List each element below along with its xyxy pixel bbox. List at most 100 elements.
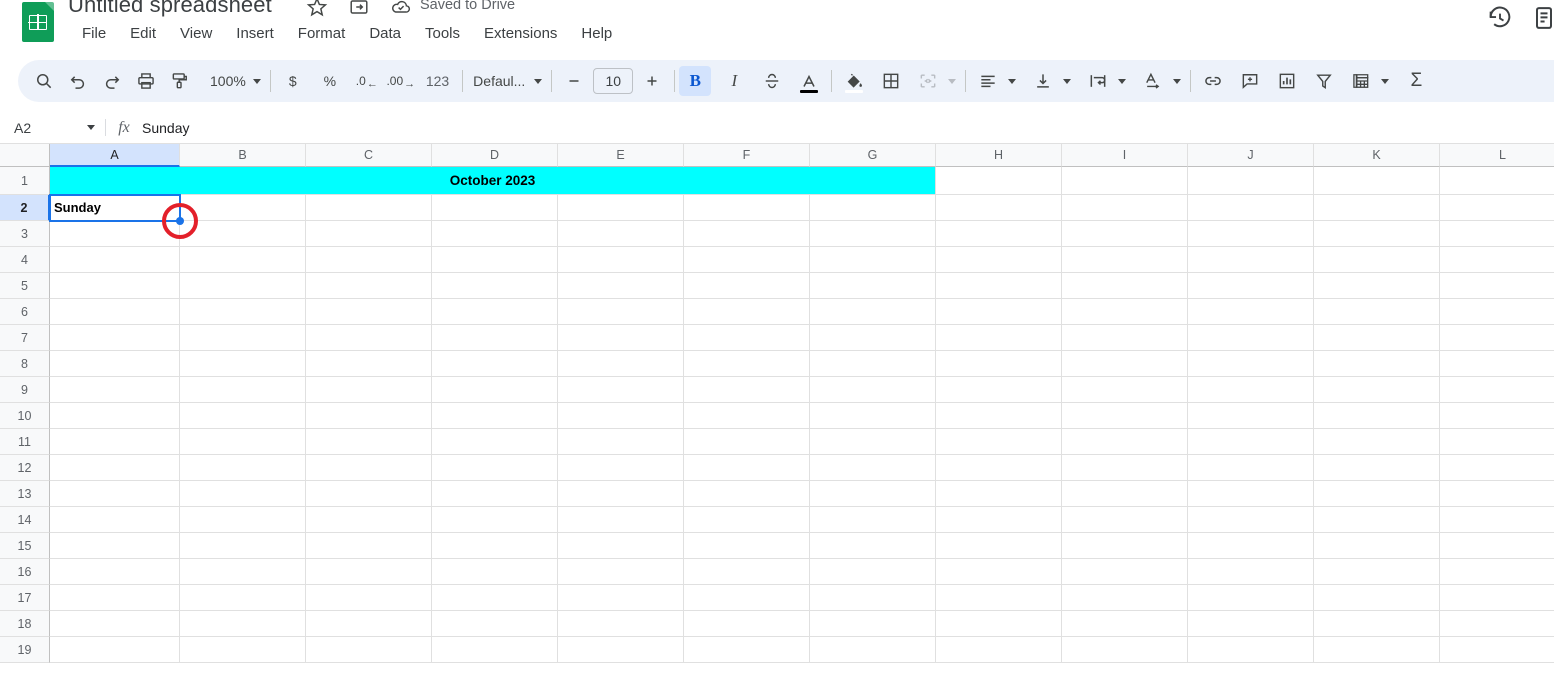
cell-K16[interactable]	[1314, 559, 1440, 585]
cell-I12[interactable]	[1062, 455, 1188, 481]
cell-F17[interactable]	[684, 585, 810, 611]
cell-H19[interactable]	[936, 637, 1062, 663]
cell-J19[interactable]	[1188, 637, 1314, 663]
cell-C5[interactable]	[306, 273, 432, 299]
cell-A6[interactable]	[50, 299, 180, 325]
row-header-14[interactable]: 14	[0, 507, 50, 533]
menu-format[interactable]: Format	[286, 23, 358, 44]
cell-H6[interactable]	[936, 299, 1062, 325]
cell-I19[interactable]	[1062, 637, 1188, 663]
cell-B7[interactable]	[180, 325, 306, 351]
cell-L18[interactable]	[1440, 611, 1554, 637]
insert-comment-icon[interactable]	[1235, 66, 1265, 96]
cell-A14[interactable]	[50, 507, 180, 533]
paint-format-icon[interactable]	[165, 66, 195, 96]
select-all-corner[interactable]	[0, 144, 50, 167]
cell-B2[interactable]	[180, 195, 306, 221]
column-header-g[interactable]: G	[810, 144, 936, 167]
row-header-18[interactable]: 18	[0, 611, 50, 637]
column-header-d[interactable]: D	[432, 144, 558, 167]
cell-A9[interactable]	[50, 377, 180, 403]
cell-F3[interactable]	[684, 221, 810, 247]
cell-B6[interactable]	[180, 299, 306, 325]
cell-C15[interactable]	[306, 533, 432, 559]
cell-K10[interactable]	[1314, 403, 1440, 429]
cell-G5[interactable]	[810, 273, 936, 299]
cell-J14[interactable]	[1188, 507, 1314, 533]
cell-E9[interactable]	[558, 377, 684, 403]
cell-H12[interactable]	[936, 455, 1062, 481]
cell-K8[interactable]	[1314, 351, 1440, 377]
cell-C11[interactable]	[306, 429, 432, 455]
cell-K18[interactable]	[1314, 611, 1440, 637]
cell-I1[interactable]	[1062, 167, 1188, 195]
cell-L4[interactable]	[1440, 247, 1554, 273]
cell-E13[interactable]	[558, 481, 684, 507]
decrease-decimal-button[interactable]: .0 ←	[352, 66, 382, 96]
row-header-4[interactable]: 4	[0, 247, 50, 273]
cell-E16[interactable]	[558, 559, 684, 585]
cell-H4[interactable]	[936, 247, 1062, 273]
cell-I14[interactable]	[1062, 507, 1188, 533]
cell-E10[interactable]	[558, 403, 684, 429]
create-filter-icon[interactable]	[1309, 66, 1339, 96]
cell-L14[interactable]	[1440, 507, 1554, 533]
cell-H11[interactable]	[936, 429, 1062, 455]
cell-L16[interactable]	[1440, 559, 1554, 585]
cell-K14[interactable]	[1314, 507, 1440, 533]
cell-A5[interactable]	[50, 273, 180, 299]
cell-L5[interactable]	[1440, 273, 1554, 299]
cell-J6[interactable]	[1188, 299, 1314, 325]
cell-J15[interactable]	[1188, 533, 1314, 559]
cell-G3[interactable]	[810, 221, 936, 247]
cell-J7[interactable]	[1188, 325, 1314, 351]
cell-H5[interactable]	[936, 273, 1062, 299]
text-color-button[interactable]	[794, 66, 824, 96]
menu-insert[interactable]: Insert	[224, 23, 286, 44]
row-header-19[interactable]: 19	[0, 637, 50, 663]
cell-B10[interactable]	[180, 403, 306, 429]
cell-G18[interactable]	[810, 611, 936, 637]
cell-B5[interactable]	[180, 273, 306, 299]
cell-L1[interactable]	[1440, 167, 1554, 195]
cell-D5[interactable]	[432, 273, 558, 299]
cell-C8[interactable]	[306, 351, 432, 377]
cell-L6[interactable]	[1440, 299, 1554, 325]
cell-F13[interactable]	[684, 481, 810, 507]
name-box[interactable]: A2	[0, 112, 105, 143]
column-header-l[interactable]: L	[1440, 144, 1554, 167]
row-header-12[interactable]: 12	[0, 455, 50, 481]
menu-data[interactable]: Data	[357, 23, 413, 44]
cell-C4[interactable]	[306, 247, 432, 273]
cell-B11[interactable]	[180, 429, 306, 455]
cell-J11[interactable]	[1188, 429, 1314, 455]
cell-F14[interactable]	[684, 507, 810, 533]
cell-G17[interactable]	[810, 585, 936, 611]
cell-F2[interactable]	[684, 195, 810, 221]
decrease-font-size-button[interactable]	[559, 66, 589, 96]
cell-K11[interactable]	[1314, 429, 1440, 455]
cell-D4[interactable]	[432, 247, 558, 273]
cell-G2[interactable]	[810, 195, 936, 221]
cell-L11[interactable]	[1440, 429, 1554, 455]
cell-L7[interactable]	[1440, 325, 1554, 351]
cell-E18[interactable]	[558, 611, 684, 637]
cell-F19[interactable]	[684, 637, 810, 663]
cell-I6[interactable]	[1062, 299, 1188, 325]
cell-D11[interactable]	[432, 429, 558, 455]
cell-D9[interactable]	[432, 377, 558, 403]
row-header-5[interactable]: 5	[0, 273, 50, 299]
cell-G14[interactable]	[810, 507, 936, 533]
cell-K2[interactable]	[1314, 195, 1440, 221]
column-header-c[interactable]: C	[306, 144, 432, 167]
cell-A10[interactable]	[50, 403, 180, 429]
cell-C10[interactable]	[306, 403, 432, 429]
horizontal-align-dropdown[interactable]	[1003, 66, 1021, 96]
cell-E7[interactable]	[558, 325, 684, 351]
cell-L9[interactable]	[1440, 377, 1554, 403]
cell-A7[interactable]	[50, 325, 180, 351]
cell-A12[interactable]	[50, 455, 180, 481]
cell-I18[interactable]	[1062, 611, 1188, 637]
cell-A4[interactable]	[50, 247, 180, 273]
column-header-b[interactable]: B	[180, 144, 306, 167]
